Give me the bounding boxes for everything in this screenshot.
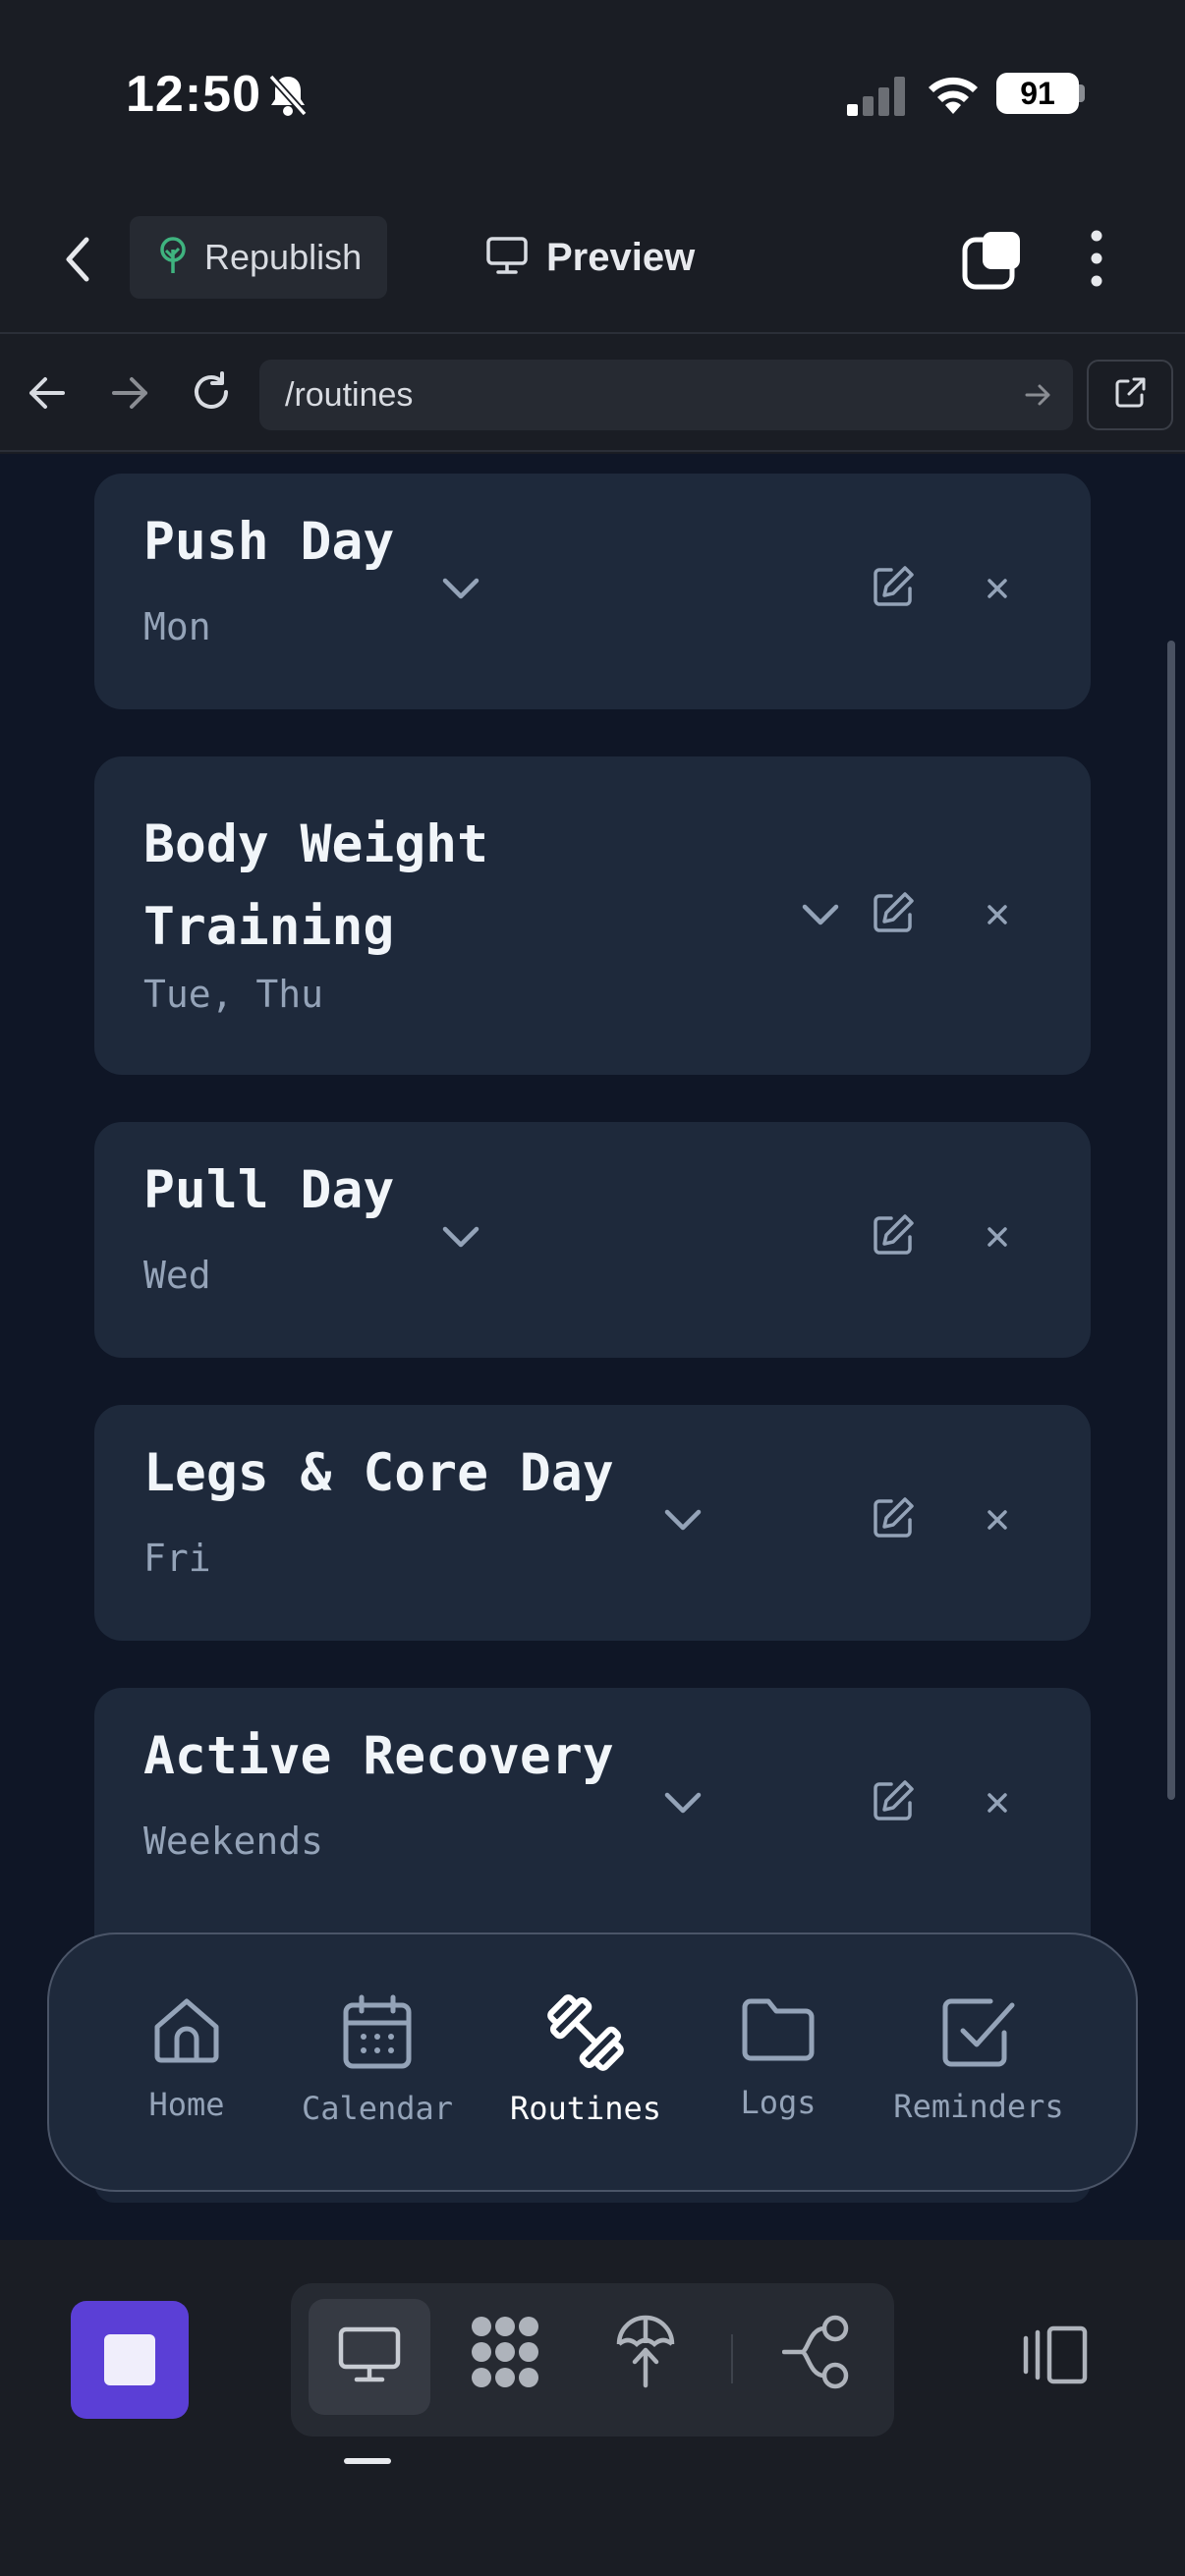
bell-muted-icon [267, 73, 309, 123]
wifi-icon [926, 73, 981, 119]
dumbbell-icon [545, 1994, 626, 2076]
home-indicator [344, 2458, 391, 2464]
edit-icon[interactable] [871, 1495, 916, 1544]
routine-days: Tue, Thu [143, 973, 324, 1016]
status-bar: 12:50 91 [0, 0, 1185, 196]
close-icon[interactable] [987, 904, 1008, 929]
edit-icon[interactable] [871, 564, 916, 613]
monitor-icon [337, 2325, 402, 2389]
reload-icon[interactable] [189, 369, 234, 420]
editor-bottom-bar [0, 2240, 1185, 2576]
url-input[interactable]: /routines [259, 360, 1073, 430]
tree-icon [155, 236, 191, 280]
edit-icon[interactable] [871, 1212, 916, 1261]
close-icon[interactable] [987, 578, 1008, 603]
routine-days: Weekends [143, 1820, 324, 1863]
app-preview: Push Day Mon Body Weight Training Tue, T… [0, 454, 1185, 2240]
battery-tip [1079, 84, 1085, 102]
routine-name: Push Day [143, 512, 395, 572]
routine-name: Legs & Core Day [143, 1443, 614, 1503]
url-bar: /routines [0, 336, 1185, 452]
scrollbar[interactable] [1167, 641, 1175, 1800]
routine-days: Fri [143, 1537, 211, 1580]
workflow-icon[interactable] [781, 2313, 853, 2396]
routine-card[interactable]: Legs & Core Day Fri [94, 1405, 1091, 1641]
deploy-icon[interactable] [615, 2311, 676, 2396]
editor-toolbar: Republish Preview [0, 196, 1185, 334]
view-mode-group [291, 2283, 894, 2436]
edit-icon[interactable] [871, 890, 916, 939]
close-icon[interactable] [987, 1509, 1008, 1535]
routine-name-line1: Body Weight [143, 814, 488, 874]
nav-label: Routines [509, 2090, 662, 2127]
more-options-icon[interactable] [1081, 228, 1112, 294]
external-link-icon [1112, 375, 1148, 416]
open-external-button[interactable] [1087, 360, 1173, 430]
folder-icon [739, 1998, 818, 2070]
desktop-view-button[interactable] [309, 2299, 430, 2415]
app-bottom-nav: Home Calendar Routines Logs Reminders [47, 1932, 1138, 2192]
battery-indicator: 91 [996, 73, 1079, 114]
republish-label: Republish [204, 237, 363, 277]
go-arrow-icon[interactable] [1024, 381, 1053, 414]
integrations-icon[interactable] [468, 2313, 542, 2396]
monitor-icon [485, 236, 529, 280]
calendar-icon [340, 1994, 415, 2076]
chevron-down-icon[interactable] [440, 576, 481, 605]
nav-item-logs[interactable]: Logs [680, 1993, 876, 2121]
panel-toggle-icon[interactable] [1016, 2324, 1091, 2390]
arrow-right-icon[interactable] [108, 373, 151, 418]
preview-label: Preview [546, 235, 696, 279]
routine-card[interactable]: Push Day Mon [94, 474, 1091, 709]
routine-name-line2: Training [143, 897, 395, 957]
checkbox-icon [939, 1998, 1018, 2074]
stop-button[interactable] [71, 2301, 189, 2419]
chevron-down-icon[interactable] [440, 1224, 481, 1254]
chevron-down-icon[interactable] [662, 1790, 704, 1820]
nav-item-reminders[interactable]: Reminders [880, 1993, 1077, 2125]
close-icon[interactable] [987, 1792, 1008, 1818]
routine-card[interactable]: Pull Day Wed [94, 1122, 1091, 1358]
nav-item-routines[interactable]: Routines [487, 1993, 684, 2127]
chevron-down-icon[interactable] [662, 1507, 704, 1537]
republish-button[interactable]: Republish [130, 216, 387, 299]
close-icon[interactable] [987, 1226, 1008, 1252]
signal-icon [847, 77, 908, 121]
nav-item-calendar[interactable]: Calendar [279, 1993, 476, 2127]
routine-days: Wed [143, 1254, 211, 1297]
home-icon [149, 1998, 224, 2072]
routine-name: Pull Day [143, 1160, 395, 1220]
nav-label: Reminders [893, 2088, 1064, 2125]
stop-icon [104, 2334, 155, 2385]
routine-days: Mon [143, 605, 211, 648]
chevron-down-icon[interactable] [800, 902, 841, 931]
nav-label: Logs [740, 2084, 817, 2121]
nav-label: Calendar [301, 2090, 454, 2127]
url-text: /routines [285, 376, 414, 414]
status-time: 12:50 [126, 66, 261, 123]
nav-item-home[interactable]: Home [88, 1993, 285, 2123]
back-chevron-icon[interactable] [59, 232, 98, 292]
edit-icon[interactable] [871, 1778, 916, 1827]
routine-card[interactable]: Body Weight Training Tue, Thu [94, 756, 1091, 1075]
arrow-left-icon[interactable] [26, 373, 69, 418]
preview-button[interactable]: Preview [485, 216, 695, 299]
nav-label: Home [148, 2086, 225, 2123]
toolbar-divider [731, 2334, 733, 2383]
tabs-icon[interactable] [961, 228, 1024, 296]
routine-name: Active Recovery [143, 1726, 614, 1786]
